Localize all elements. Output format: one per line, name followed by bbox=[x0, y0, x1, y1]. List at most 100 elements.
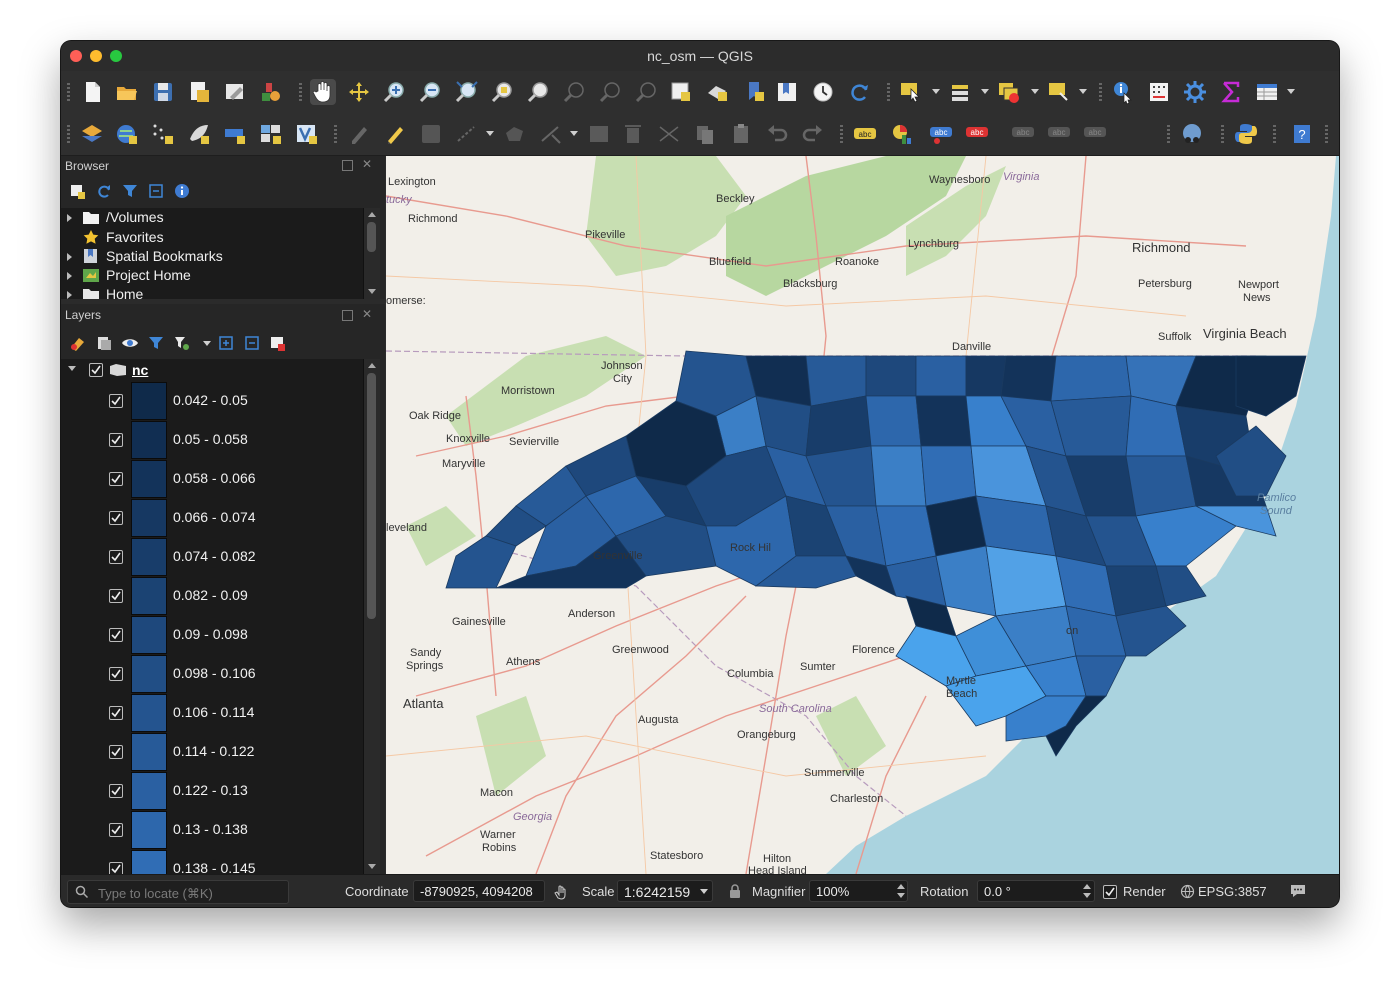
add-selected-layers-icon[interactable] bbox=[69, 182, 87, 200]
move-label-icon[interactable]: abc bbox=[1010, 121, 1036, 147]
toolbar-grip[interactable] bbox=[840, 125, 843, 145]
layer-row-nc[interactable]: nc bbox=[61, 359, 363, 381]
add-raster-layer-icon[interactable] bbox=[258, 121, 284, 147]
sum-icon[interactable] bbox=[1218, 79, 1244, 105]
add-virtual-layer-icon[interactable] bbox=[294, 121, 320, 147]
expand-all-icon[interactable] bbox=[217, 334, 235, 352]
new-3d-view-icon[interactable] bbox=[704, 79, 730, 105]
crs-globe-icon[interactable] bbox=[1180, 884, 1195, 899]
zoom-in-icon[interactable] bbox=[382, 79, 408, 105]
add-wms-layer-icon[interactable] bbox=[222, 121, 248, 147]
class-visibility-checkbox[interactable] bbox=[109, 823, 123, 837]
class-visibility-checkbox[interactable] bbox=[109, 784, 123, 798]
toolbar-grip[interactable] bbox=[67, 83, 70, 103]
vertex-tool-icon[interactable] bbox=[538, 121, 564, 147]
refresh-icon[interactable] bbox=[846, 79, 872, 105]
print-layout-icon[interactable] bbox=[222, 79, 248, 105]
copy-features-icon[interactable] bbox=[692, 121, 718, 147]
messages-icon[interactable] bbox=[1289, 883, 1307, 899]
toggle-editing-icon[interactable] bbox=[382, 121, 408, 147]
legend-class-row[interactable]: 0.13 - 0.138 bbox=[61, 810, 363, 849]
county[interactable] bbox=[870, 445, 927, 507]
float-panel-icon[interactable] bbox=[342, 310, 353, 321]
layer-visibility-checkbox[interactable] bbox=[89, 363, 103, 377]
zoom-last-icon[interactable] bbox=[598, 79, 624, 105]
scroll-up-icon[interactable] bbox=[368, 212, 376, 217]
vertex-dropdown-icon[interactable] bbox=[570, 131, 578, 136]
browser-item-home[interactable]: Home bbox=[61, 285, 361, 299]
cut-features-icon[interactable] bbox=[656, 121, 682, 147]
attribute-select-dropdown-icon[interactable] bbox=[1079, 89, 1087, 94]
refresh-browser-icon[interactable] bbox=[95, 182, 113, 200]
attribute-select-icon[interactable] bbox=[1046, 79, 1072, 105]
class-visibility-checkbox[interactable] bbox=[109, 667, 123, 681]
class-visibility-checkbox[interactable] bbox=[109, 433, 123, 447]
python-console-icon[interactable] bbox=[1233, 121, 1259, 147]
toolbar-grip[interactable] bbox=[1325, 125, 1328, 145]
class-visibility-checkbox[interactable] bbox=[109, 706, 123, 720]
layer-diagram-icon[interactable] bbox=[888, 121, 914, 147]
toolbar-grip[interactable] bbox=[887, 83, 890, 103]
manage-visibility-icon[interactable] bbox=[121, 334, 139, 352]
attribute-table-dropdown-icon[interactable] bbox=[1287, 89, 1295, 94]
county[interactable] bbox=[865, 395, 922, 447]
toolbar-grip[interactable] bbox=[1273, 125, 1276, 145]
zoom-to-layer-icon[interactable] bbox=[526, 79, 552, 105]
add-spatialite-icon[interactable] bbox=[186, 121, 212, 147]
legend-class-row[interactable]: 0.058 - 0.066 bbox=[61, 459, 363, 498]
info-icon[interactable] bbox=[173, 182, 191, 200]
class-visibility-checkbox[interactable] bbox=[109, 511, 123, 525]
open-project-icon[interactable] bbox=[114, 79, 140, 105]
save-edits-icon[interactable] bbox=[418, 121, 444, 147]
filter-by-expression-icon[interactable] bbox=[173, 334, 191, 352]
filter-browser-icon[interactable] bbox=[121, 182, 139, 200]
toggle-extents-icon[interactable] bbox=[552, 884, 568, 900]
legend-class-row[interactable]: 0.106 - 0.114 bbox=[61, 693, 363, 732]
add-group-icon[interactable] bbox=[95, 334, 113, 352]
zoom-native-icon[interactable] bbox=[562, 79, 588, 105]
collapse-all-icon[interactable] bbox=[243, 334, 261, 352]
deselect-dropdown-icon[interactable] bbox=[1031, 89, 1039, 94]
new-map-view-icon[interactable] bbox=[668, 79, 694, 105]
data-source-manager-icon[interactable] bbox=[79, 121, 105, 147]
legend-class-row[interactable]: 0.09 - 0.098 bbox=[61, 615, 363, 654]
current-edits-icon[interactable] bbox=[346, 121, 372, 147]
rotation-field[interactable]: 0.0 ° bbox=[977, 880, 1095, 902]
identify-features-icon[interactable] bbox=[1110, 79, 1136, 105]
scale-field[interactable]: 1:6242159 bbox=[617, 880, 713, 902]
browser-item-spatial-bookmarks[interactable]: Spatial Bookmarks bbox=[61, 247, 361, 267]
select-dropdown-icon[interactable] bbox=[932, 89, 940, 94]
expand-arrow-icon[interactable] bbox=[67, 272, 72, 280]
toolbar-grip[interactable] bbox=[334, 125, 337, 145]
pin-labels-icon[interactable]: abc bbox=[928, 121, 954, 147]
scroll-down-icon[interactable] bbox=[368, 289, 376, 294]
browser-scrollbar[interactable] bbox=[363, 208, 380, 299]
layer-labeling-icon[interactable]: abc bbox=[852, 121, 878, 147]
legend-class-row[interactable]: 0.082 - 0.09 bbox=[61, 576, 363, 615]
class-visibility-checkbox[interactable] bbox=[109, 550, 123, 564]
redo-icon[interactable] bbox=[800, 121, 826, 147]
zoom-full-icon[interactable] bbox=[454, 79, 480, 105]
county[interactable] bbox=[920, 445, 977, 507]
locator-box[interactable] bbox=[67, 880, 289, 904]
undo-icon[interactable] bbox=[764, 121, 790, 147]
scroll-down-icon[interactable] bbox=[368, 864, 376, 869]
statistics-icon[interactable] bbox=[1146, 79, 1172, 105]
layers-scrollbar[interactable] bbox=[363, 359, 380, 874]
expand-arrow-icon[interactable] bbox=[67, 291, 72, 299]
modify-attributes-icon[interactable] bbox=[586, 121, 612, 147]
lock-scale-icon[interactable] bbox=[728, 883, 742, 899]
show-bookmarks-icon[interactable] bbox=[774, 79, 800, 105]
browser-item-project-home[interactable]: Project Home bbox=[61, 266, 361, 286]
legend-class-row[interactable]: 0.098 - 0.106 bbox=[61, 654, 363, 693]
scroll-thumb[interactable] bbox=[367, 222, 376, 252]
browser-item-favorites[interactable]: Favorites bbox=[61, 228, 361, 248]
select-by-value-dropdown-icon[interactable] bbox=[981, 89, 989, 94]
legend-class-row[interactable]: 0.066 - 0.074 bbox=[61, 498, 363, 537]
temporal-controller-icon[interactable] bbox=[810, 79, 836, 105]
digitize-line-icon[interactable] bbox=[454, 121, 480, 147]
county[interactable] bbox=[865, 355, 917, 397]
quickmapservices-icon[interactable] bbox=[1179, 121, 1205, 147]
map-canvas[interactable]: Lexington tucky Richmond Pikeville Beckl… bbox=[386, 156, 1339, 874]
legend-class-row[interactable]: 0.074 - 0.082 bbox=[61, 537, 363, 576]
